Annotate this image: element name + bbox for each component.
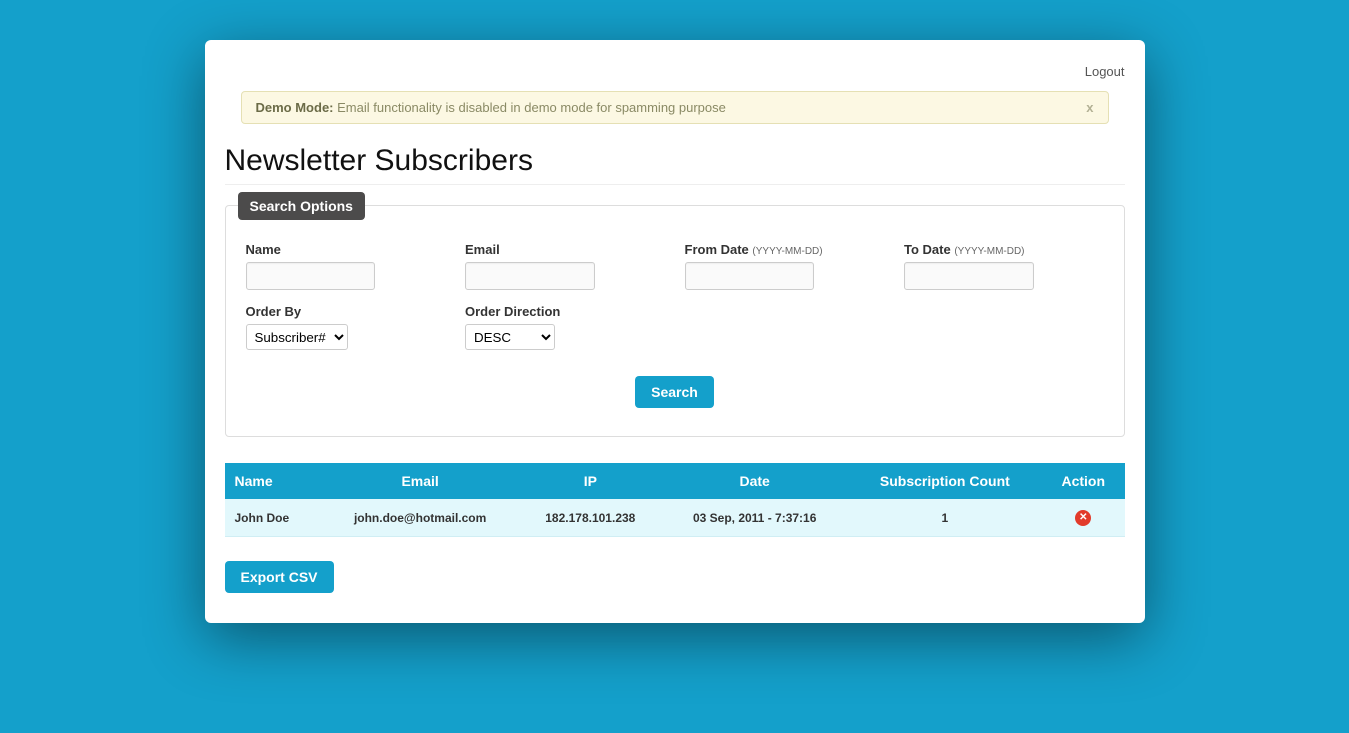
alert-strong: Demo Mode: — [256, 100, 334, 115]
email-label: Email — [465, 242, 665, 257]
name-input[interactable] — [246, 262, 376, 290]
demo-alert: Demo Mode: Email functionality is disabl… — [241, 91, 1109, 124]
to-date-label: To Date (YYYY-MM-DD) — [904, 242, 1104, 257]
th-date: Date — [662, 463, 848, 499]
to-date-label-text: To Date — [904, 242, 954, 257]
th-ip: IP — [519, 463, 662, 499]
page-title: Newsletter Subscribers — [225, 144, 1125, 185]
cell-sub-count: 1 — [848, 499, 1042, 537]
search-options-legend: Search Options — [238, 192, 365, 220]
order-by-label: Order By — [246, 304, 446, 319]
th-name: Name — [225, 463, 322, 499]
top-links: Logout — [225, 60, 1125, 91]
cell-name: John Doe — [225, 499, 322, 537]
search-button[interactable]: Search — [635, 376, 714, 408]
from-date-input[interactable] — [685, 262, 815, 290]
export-csv-button[interactable]: Export CSV — [225, 561, 334, 593]
cell-email: john.doe@hotmail.com — [321, 499, 519, 537]
order-direction-select[interactable]: DESC — [465, 324, 555, 350]
from-date-label-text: From Date — [685, 242, 753, 257]
to-date-hint: (YYYY-MM-DD) — [954, 246, 1024, 257]
cell-ip: 182.178.101.238 — [519, 499, 662, 537]
email-input[interactable] — [465, 262, 595, 290]
subscribers-table: Name Email IP Date Subscription Count Ac… — [225, 463, 1125, 537]
alert-text: Email functionality is disabled in demo … — [337, 100, 726, 115]
delete-icon[interactable] — [1075, 510, 1091, 526]
main-panel: Logout Demo Mode: Email functionality is… — [205, 40, 1145, 623]
order-direction-label: Order Direction — [465, 304, 665, 319]
cell-date: 03 Sep, 2011 - 7:37:16 — [662, 499, 848, 537]
th-sub-count: Subscription Count — [848, 463, 1042, 499]
table-row: John Doe john.doe@hotmail.com 182.178.10… — [225, 499, 1125, 537]
search-options-panel: Search Options Name Email From Date (YYY… — [225, 205, 1125, 437]
order-by-select[interactable]: Subscriber# — [246, 324, 348, 350]
cell-action — [1042, 499, 1124, 537]
name-label: Name — [246, 242, 446, 257]
from-date-hint: (YYYY-MM-DD) — [752, 246, 822, 257]
th-action: Action — [1042, 463, 1124, 499]
from-date-label: From Date (YYYY-MM-DD) — [685, 242, 885, 257]
alert-close-icon[interactable]: x — [1086, 100, 1093, 115]
to-date-input[interactable] — [904, 262, 1034, 290]
logout-link[interactable]: Logout — [1085, 64, 1125, 79]
th-email: Email — [321, 463, 519, 499]
